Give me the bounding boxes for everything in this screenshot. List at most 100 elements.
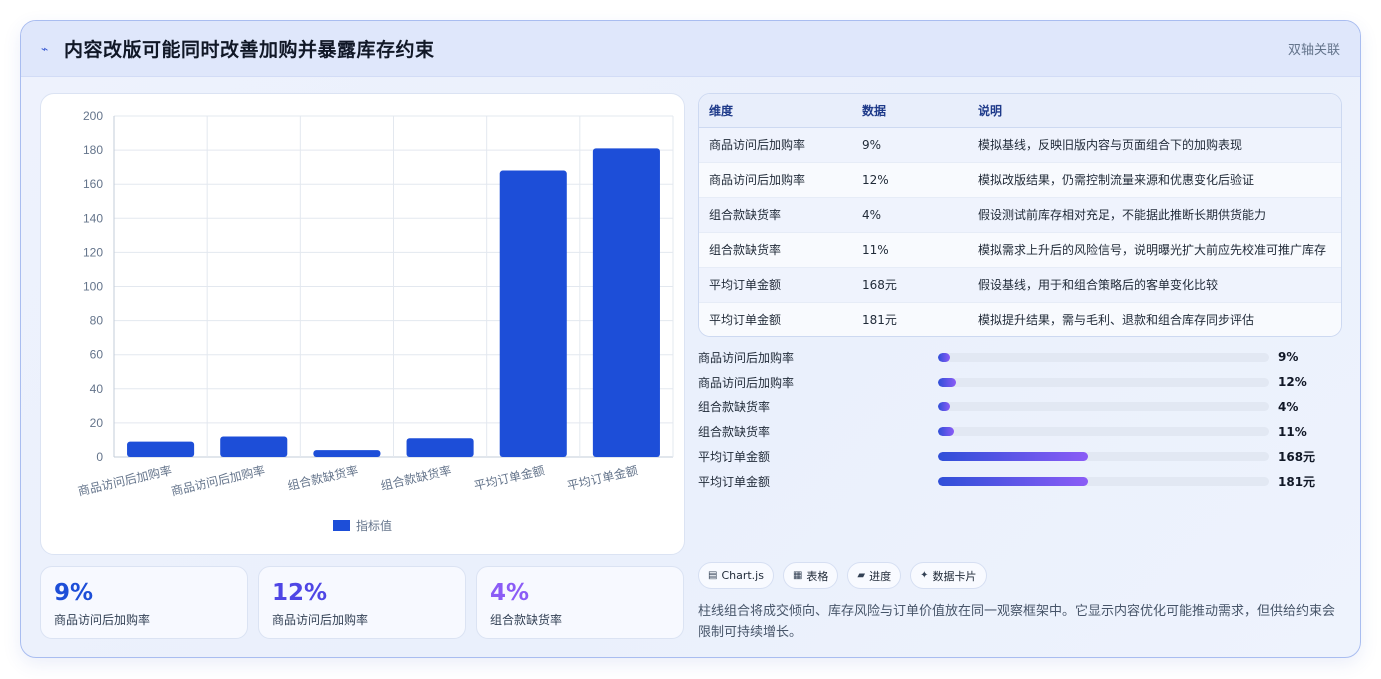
bar (406, 438, 474, 457)
progress-row: 商品访问后加购率 9% (698, 345, 1342, 370)
progress-value: 181元 (1278, 474, 1316, 489)
table-cell: 模拟提升结果，需与毛利、退款和组合库存同步评估 (968, 301, 1341, 336)
table-cell: 组合款缺货率 (699, 231, 852, 267)
progress-fill (938, 402, 951, 412)
y-tick-label: 140 (83, 211, 103, 225)
table-cell: 平均订单金额 (699, 301, 852, 336)
table-cell: 商品访问后加购率 (699, 161, 852, 197)
progress-label: 平均订单金额 (698, 450, 771, 465)
stat-value: 12% (272, 580, 328, 606)
y-tick-label: 60 (90, 348, 104, 362)
progress-fill (938, 452, 1088, 462)
progress-icon: ▰ (857, 570, 866, 581)
chart-line-icon: ⌁ (41, 41, 49, 56)
progress-row: 平均订单金额 181元 (698, 469, 1342, 494)
progress-track (938, 452, 1269, 462)
progress-label: 组合款缺货率 (698, 425, 771, 440)
chip-data-cards[interactable]: ✦ 数据卡片 (910, 562, 987, 589)
y-tick-label: 80 (90, 314, 104, 328)
table-cell: 模拟改版结果，仍需控制流量来源和优惠变化后验证 (968, 161, 1341, 197)
table-header-row: 维度 数据 说明 (699, 94, 1341, 128)
chip-label: 进度 (869, 569, 892, 583)
progress-value: 12% (1278, 375, 1307, 390)
description-text: 柱线组合将成交倾向、库存风险与订单价值放在同一观察框架中。它显示内容优化可能推动… (698, 604, 1336, 640)
chip-chartjs[interactable]: ▤ Chart.js (698, 562, 774, 589)
progress-track (938, 402, 1269, 412)
progress-row: 商品访问后加购率 12% (698, 370, 1342, 395)
table-cell: 假设测试前库存相对充足，不能据此推断长期供货能力 (968, 196, 1341, 232)
stat-label: 组合款缺货率 (490, 613, 563, 627)
progress-row: 组合款缺货率 4% (698, 395, 1342, 420)
feature-chips: ▤ Chart.js ▦ 表格 ▰ 进度 ✦ 数据卡片 (698, 562, 987, 589)
table-row: 组合款缺货率 4% 假设测试前库存相对充足，不能据此推断长期供货能力 (699, 196, 1341, 232)
table-cell: 组合款缺货率 (699, 196, 852, 232)
table-cell: 181元 (852, 301, 968, 336)
data-table: 维度 数据 说明 商品访问后加购率 9% 模拟基线，反映旧版内容与页面组合下的加… (698, 93, 1342, 337)
progress-fill (938, 476, 1088, 486)
column-header: 说明 (968, 94, 1341, 128)
progress-value: 4% (1278, 399, 1299, 414)
column-header: 数据 (852, 94, 968, 128)
table-cell: 模拟需求上升后的风险信号，说明曝光扩大前应先校准可推广库存 (968, 231, 1341, 267)
x-tick-label: 商品访问后加购率 (76, 462, 173, 498)
y-tick-label: 0 (96, 450, 103, 464)
chip-label: Chart.js (721, 569, 764, 582)
progress-track (938, 427, 1269, 437)
y-tick-label: 180 (83, 143, 103, 157)
column-header: 维度 (699, 94, 852, 128)
x-tick-label: 组合款缺货率 (379, 462, 453, 493)
table-cell: 平均订单金额 (699, 266, 852, 302)
stat-card-2: 12% 商品访问后加购率 (258, 566, 466, 639)
table-row: 商品访问后加购率 9% 模拟基线，反映旧版内容与页面组合下的加购表现 (699, 126, 1341, 162)
table-icon: ▦ (792, 570, 803, 581)
chip-progress[interactable]: ▰ 进度 (847, 562, 902, 589)
progress-label: 商品访问后加购率 (698, 375, 795, 390)
legend-swatch (333, 520, 350, 531)
stat-card-1: 9% 商品访问后加购率 (40, 566, 248, 639)
table-row: 组合款缺货率 11% 模拟需求上升后的风险信号，说明曝光扩大前应先校准可推广库存 (699, 231, 1341, 267)
y-tick-label: 160 (83, 177, 103, 191)
chip-label: 数据卡片 (932, 569, 977, 583)
table-cell: 4% (852, 196, 968, 232)
dual-axis-tag[interactable]: 双轴关联 (1288, 39, 1340, 58)
card-title: 内容改版可能同时改善加购并暴露库存约束 (64, 39, 435, 61)
stat-value: 9% (54, 580, 94, 606)
table-cell: 11% (852, 231, 968, 267)
bar (313, 450, 381, 457)
chart-icon: ▤ (708, 570, 718, 581)
progress-label: 平均订单金额 (698, 474, 771, 489)
bar (220, 436, 288, 457)
dashboard-card: ⌁ 内容改版可能同时改善加购并暴露库存约束 双轴关联 0 20 40 60 80 100 1… (20, 20, 1361, 658)
progress-track (938, 352, 1269, 362)
stat-card-3: 4% 组合款缺货率 (476, 566, 684, 639)
progress-list: 商品访问后加购率 9% 商品访问后加购率 12% 组合款缺货率 4% 组合款缺货… (698, 345, 1342, 494)
stat-label: 商品访问后加购率 (272, 613, 369, 627)
table-cell: 9% (852, 126, 968, 162)
y-tick-label: 120 (83, 245, 103, 259)
y-tick-label: 200 (83, 109, 103, 123)
progress-track (938, 377, 1269, 387)
bar-chart: 0 20 40 60 80 100 120 140 160 180 200 商品访问后加购率商品访问后… (76, 109, 674, 533)
progress-track (938, 476, 1269, 486)
progress-fill (938, 427, 955, 437)
sparkle-icon: ✦ (920, 570, 929, 581)
bar (592, 148, 660, 457)
y-tick-label: 40 (90, 382, 104, 396)
legend-label: 指标值 (356, 518, 392, 533)
x-tick-label: 商品访问后加购率 (169, 462, 266, 498)
chip-label: 表格 (806, 569, 829, 583)
bar-chart-panel: 0 20 40 60 80 100 120 140 160 180 200 商品访问后加购率 商品访问后… (40, 93, 685, 555)
table-cell: 商品访问后加购率 (699, 126, 852, 162)
table-row: 平均订单金额 181元 模拟提升结果，需与毛利、退款和组合库存同步评估 (699, 301, 1341, 336)
x-tick-label: 组合款缺货率 (286, 462, 360, 493)
progress-row: 平均订单金额 168元 (698, 444, 1342, 469)
progress-label: 商品访问后加购率 (698, 350, 795, 365)
bar (499, 170, 567, 457)
y-tick-label: 100 (83, 280, 103, 294)
table-row: 平均订单金额 168元 假设基线，用于和组合策略后的客单变化比较 (699, 266, 1341, 302)
stat-value: 4% (490, 580, 530, 606)
progress-label: 组合款缺货率 (698, 400, 771, 415)
progress-value: 9% (1278, 350, 1299, 365)
chip-table[interactable]: ▦ 表格 (782, 562, 839, 589)
table-cell: 假设基线，用于和组合策略后的客单变化比较 (968, 266, 1341, 302)
